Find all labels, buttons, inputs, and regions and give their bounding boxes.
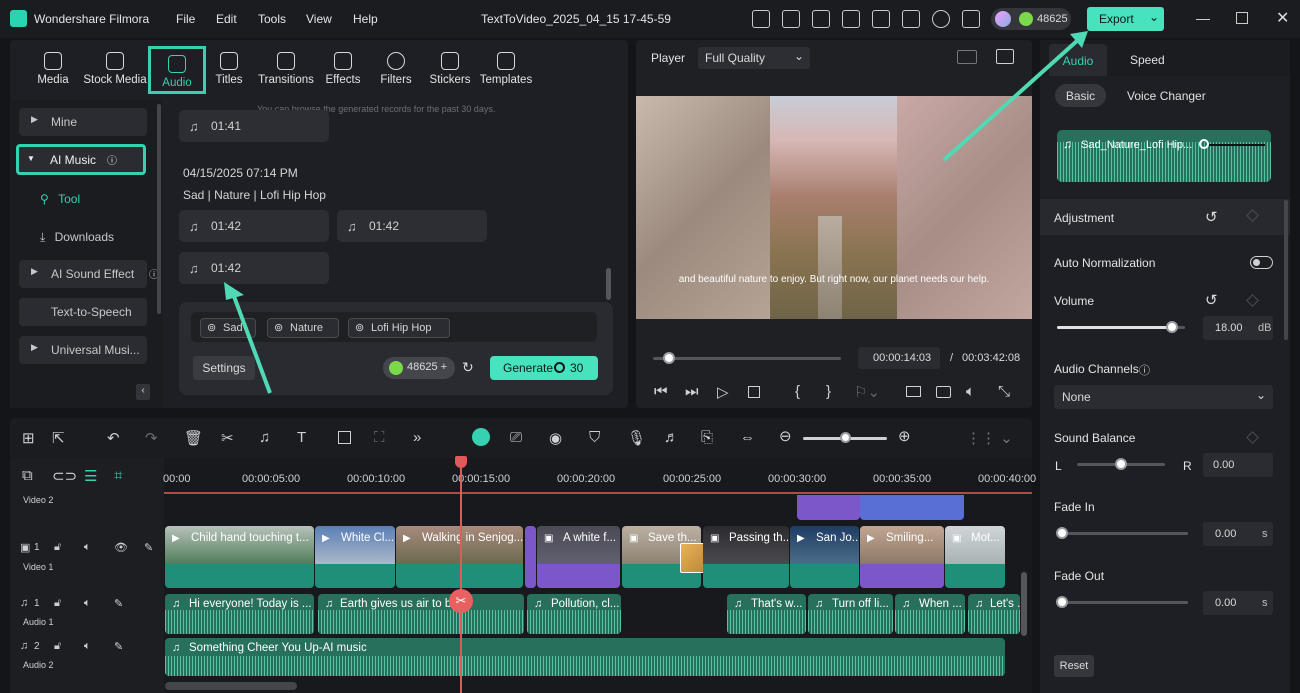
arrow-to-clip	[230, 290, 272, 394]
arrow-to-export	[942, 38, 1080, 162]
annotation-arrows	[224, 31, 1088, 394]
arrow-head	[224, 282, 244, 300]
